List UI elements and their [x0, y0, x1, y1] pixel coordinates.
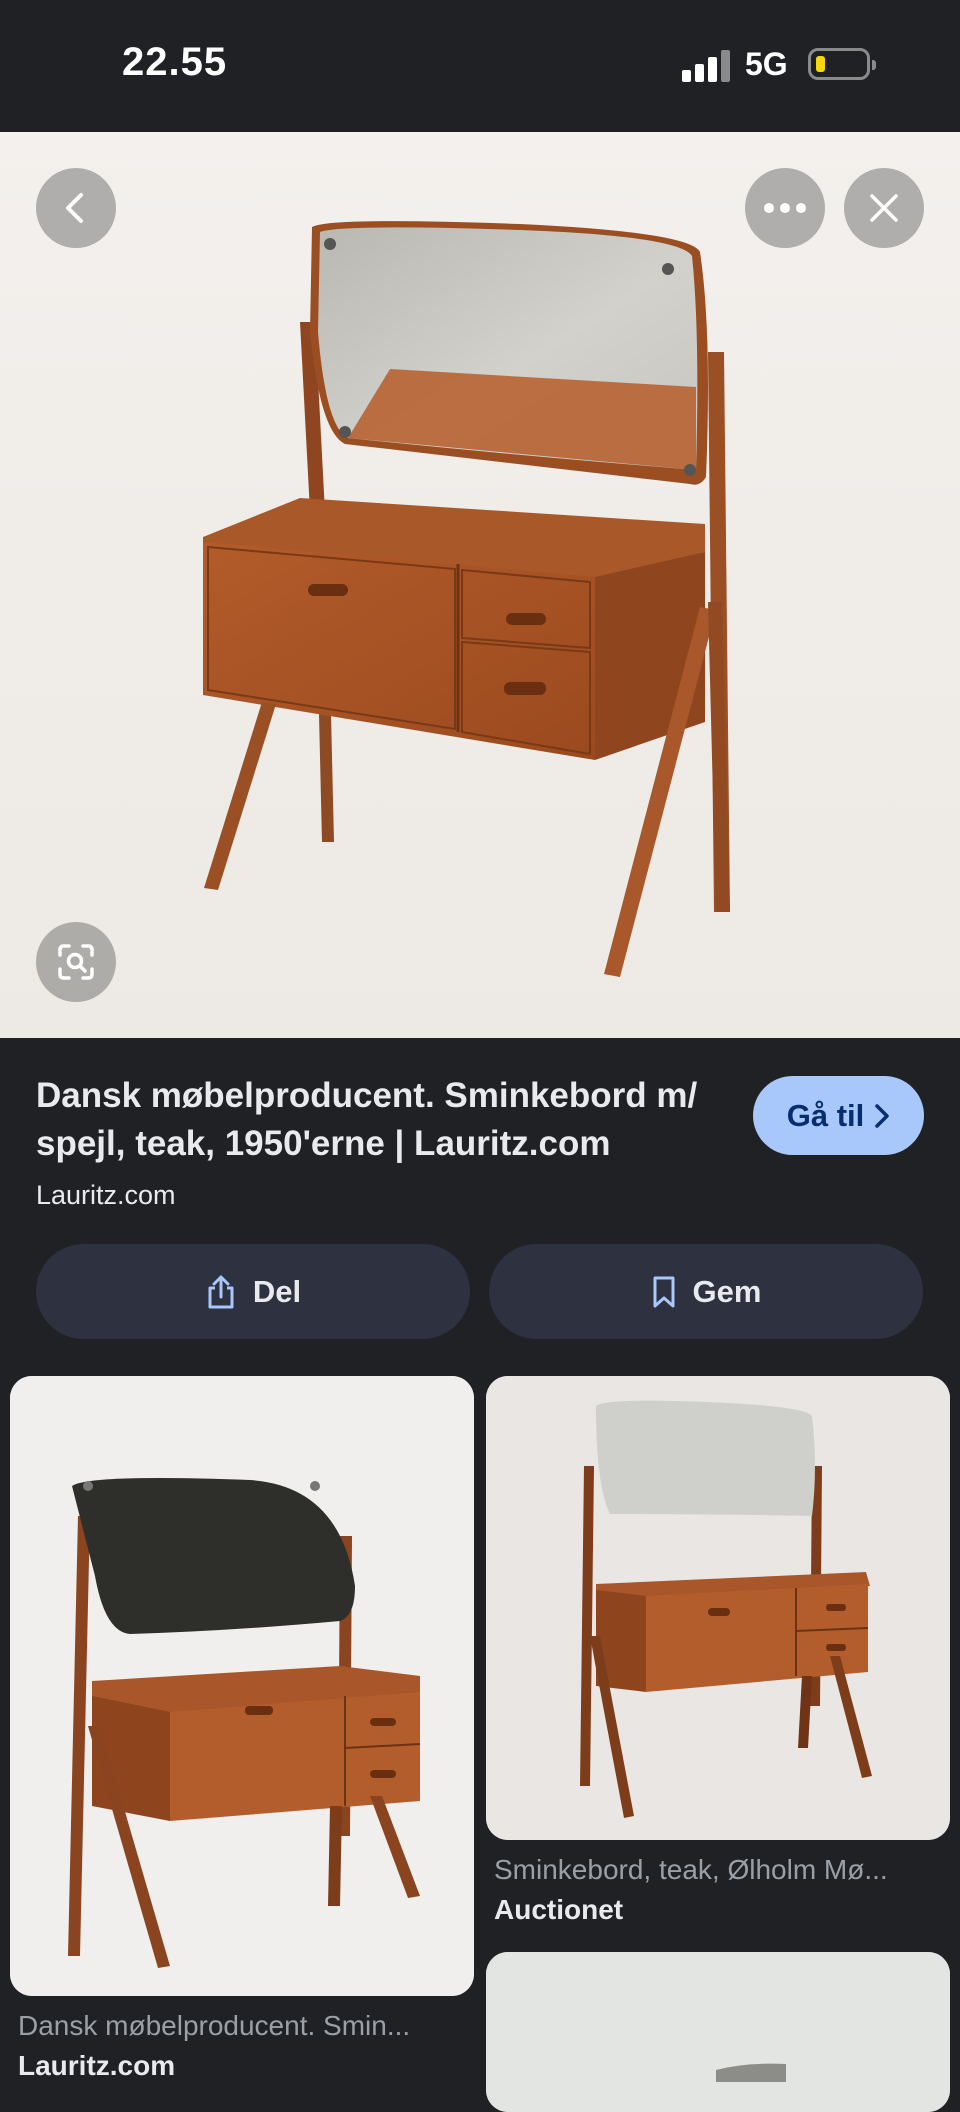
related-caption[interactable]: Sminkebord, teak, Ølholm Mø... [494, 1854, 888, 1886]
related-image[interactable] [10, 1376, 474, 1996]
related-image[interactable] [486, 1952, 950, 2112]
goto-label: Gå til [786, 1097, 865, 1133]
lens-icon [58, 944, 94, 980]
battery-icon [808, 48, 876, 80]
related-source: Auctionet [494, 1894, 624, 1925]
hero-image[interactable] [0, 132, 960, 1038]
related-vanity-image-3 [486, 1952, 950, 2112]
more-dots-icon [764, 203, 806, 213]
vanity-illustration [0, 132, 960, 1038]
status-time: 22.55 [122, 40, 228, 84]
related-vanity-image-2 [486, 1376, 950, 1840]
signal-icon [682, 50, 730, 82]
chevron-left-icon [66, 193, 83, 223]
more-options-button[interactable] [745, 168, 825, 248]
goto-button[interactable]: Gå til [753, 1076, 924, 1155]
bookmark-icon [653, 1276, 675, 1307]
related-source: Lauritz.com [18, 2050, 176, 2081]
share-icon [208, 1275, 234, 1308]
share-label: Del [252, 1273, 302, 1309]
related-vanity-image-1 [10, 1376, 474, 1996]
network-type: 5G [745, 46, 788, 82]
related-caption[interactable]: Dansk møbelproducent. Smin... [18, 2010, 410, 2042]
related-image[interactable] [486, 1376, 950, 1840]
status-bar: 22.55 5G [0, 0, 960, 132]
save-button[interactable]: Gem [489, 1244, 923, 1339]
close-button[interactable] [844, 168, 924, 248]
close-icon [870, 194, 898, 222]
result-source: Lauritz.com [36, 1180, 176, 1210]
save-label: Gem [692, 1273, 762, 1309]
result-title[interactable]: Dansk møbelproducent. Sminkebord m/ spej… [36, 1072, 736, 1168]
lens-search-button[interactable] [36, 922, 116, 1002]
chevron-right-icon [875, 1103, 889, 1128]
share-button[interactable]: Del [36, 1244, 470, 1339]
back-button[interactable] [36, 168, 116, 248]
